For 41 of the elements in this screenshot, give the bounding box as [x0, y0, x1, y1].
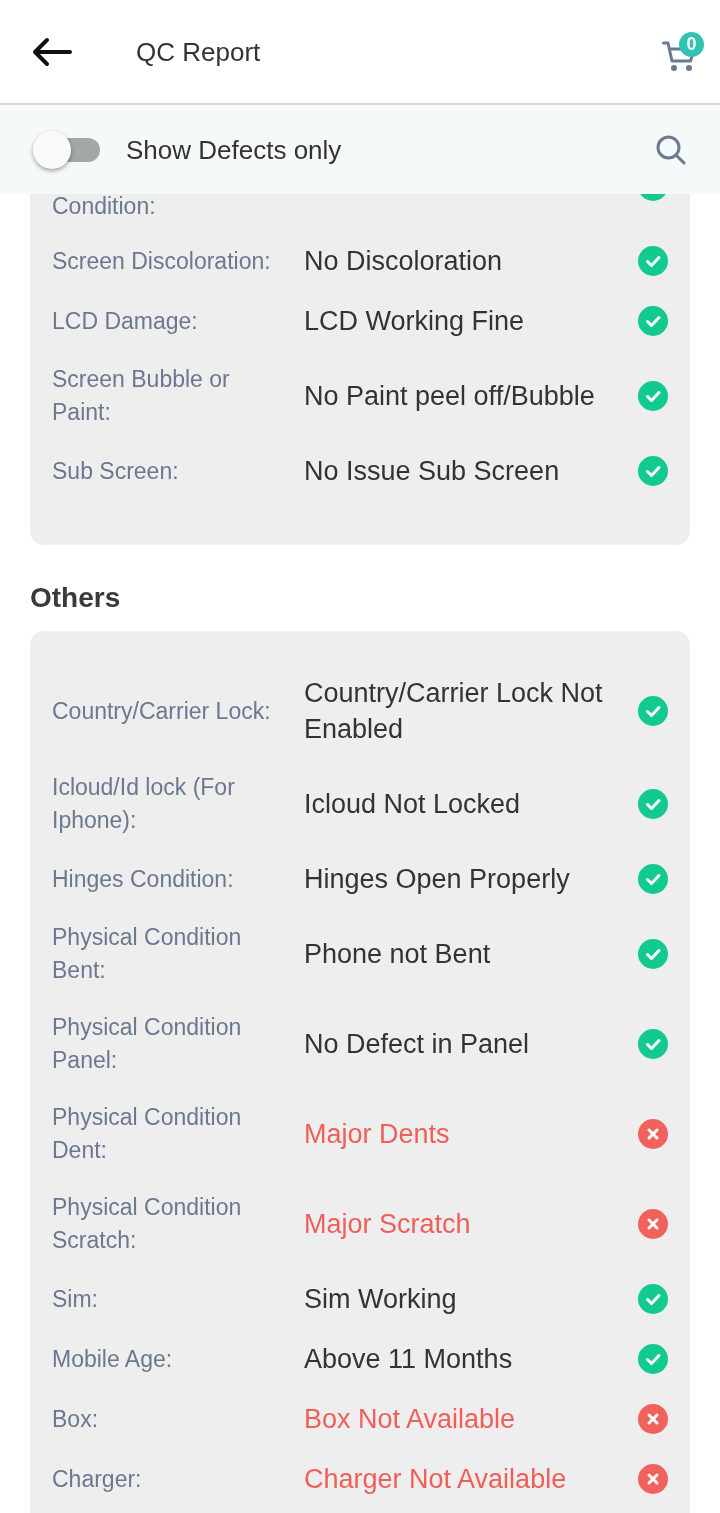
field-value: Phone not Bent	[304, 939, 491, 969]
field-value: No Discoloration	[304, 246, 503, 276]
field-value: Country/Carrier Lock Not Enabled	[304, 678, 603, 744]
field-label: Physical Condition Bent:	[52, 923, 243, 985]
field-value: No Paint peel off/Bubble	[304, 381, 595, 411]
field-value: No Issue Sub Screen	[304, 456, 560, 486]
field-label: Condition:	[52, 194, 157, 218]
field-label: Physical Condition Scratch:	[52, 1193, 243, 1255]
field-label: Physical Condition Panel:	[52, 1013, 243, 1075]
field-label: Mobile Age:	[52, 1344, 174, 1374]
back-button[interactable]	[32, 36, 72, 67]
field-label: Screen Discoloration:	[52, 246, 272, 276]
search-icon	[656, 134, 686, 165]
toggle-label: Show Defects only	[126, 133, 342, 167]
field-label: LCD Damage:	[52, 306, 199, 336]
field-value: Charger Not Available	[304, 1464, 567, 1494]
field-label: Icloud/Id lock (For Iphone):	[52, 773, 236, 835]
field-label: Box:	[52, 1404, 100, 1434]
field-label: Sim:	[52, 1284, 99, 1314]
cart-count-badge: 0	[679, 31, 704, 57]
field-label: Country/Carrier Lock:	[52, 696, 272, 726]
field-value: Icloud Not Locked	[304, 789, 521, 819]
field-value: Hinges Open Properly	[304, 864, 570, 894]
field-label: Physical Condition Dent:	[52, 1103, 243, 1165]
defects-toggle[interactable]	[33, 130, 100, 169]
page-title: QC Report	[136, 35, 261, 69]
field-label: Sub Screen:	[52, 456, 180, 486]
section-heading: Others	[30, 581, 122, 615]
field-value: Sim Working	[304, 1284, 457, 1314]
field-value: Above 11 Months	[304, 1344, 513, 1374]
field-value: Box Not Available	[304, 1404, 516, 1434]
field-value: No Defect in Panel	[304, 1029, 530, 1059]
field-label: Charger:	[52, 1464, 143, 1494]
field-label: Hinges Condition:	[52, 864, 235, 894]
search-button[interactable]	[656, 134, 686, 165]
cart-button[interactable]: 0	[662, 31, 704, 72]
back-arrow-icon	[32, 36, 72, 67]
field-label: Screen Bubble or Paint:	[52, 365, 231, 427]
field-value: LCD Working Fine	[304, 306, 525, 336]
field-value: Major Dents	[304, 1119, 450, 1149]
field-value: Major Scratch	[304, 1209, 471, 1239]
